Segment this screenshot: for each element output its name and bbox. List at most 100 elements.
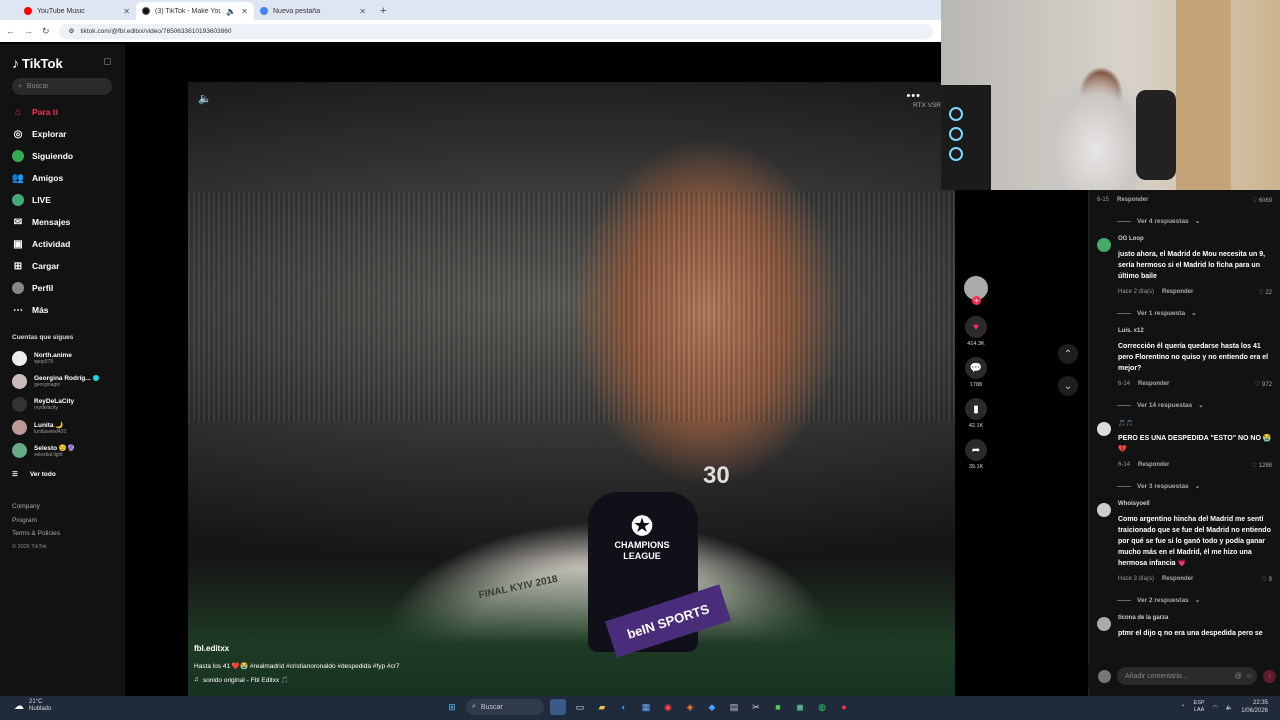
epic-games-icon[interactable]: ▤	[726, 699, 742, 715]
collapse-sidebar-icon[interactable]	[104, 58, 111, 65]
comment-user[interactable]: Whoisyoell	[1118, 501, 1272, 512]
nav-explorar[interactable]: ◎ Explorar	[12, 123, 125, 145]
new-tab-button[interactable]: +	[380, 2, 386, 20]
store-icon[interactable]: ▦	[638, 699, 654, 715]
avatar[interactable]	[1097, 617, 1111, 631]
view-replies[interactable]: Ver 1 respuesta ⌄	[1097, 302, 1280, 324]
nav-perfil[interactable]: Perfil	[12, 277, 125, 299]
comment-like[interactable]: ♡ 6069	[1252, 197, 1272, 204]
close-tab-icon[interactable]: ✕	[359, 7, 366, 16]
reply-button[interactable]: Responder	[1162, 289, 1193, 295]
close-tab-icon[interactable]: ✕	[123, 7, 130, 16]
nav-live[interactable]: LIVE	[12, 189, 125, 211]
chevron-up-icon[interactable]: ⌃	[1181, 704, 1186, 711]
more-options-icon[interactable]: •••	[906, 90, 921, 102]
taskbar-search[interactable]: ⌕ Buscar	[466, 699, 544, 715]
avatar[interactable]	[1097, 238, 1111, 252]
footer-link-program[interactable]: Program	[12, 514, 125, 528]
video-player[interactable]: 30 FINAL KYIV 2018 ✪ CHAMPIONS LEAGUE be…	[188, 82, 955, 700]
comment-input[interactable]: Añadir comentario... @ ☺	[1117, 667, 1257, 685]
reload-icon[interactable]: ↻	[42, 26, 50, 37]
nav-actividad[interactable]: ▣ Actividad	[12, 233, 125, 255]
search-input[interactable]: ⌕ Buscar	[12, 78, 112, 95]
nav-cargar[interactable]: ⊞ Cargar	[12, 255, 125, 277]
whatsapp-icon[interactable]: ◍	[814, 699, 830, 715]
volume-icon[interactable]: 🔈	[1226, 704, 1233, 711]
comment-like[interactable]: ♡ 972	[1255, 381, 1272, 388]
file-explorer-icon[interactable]: ▰	[594, 699, 610, 715]
previous-video-button[interactable]: ⌃	[1058, 344, 1078, 364]
tab-youtube-music[interactable]: YouTube Music ✕	[18, 2, 136, 20]
wifi-icon[interactable]: ◠	[1213, 704, 1218, 711]
mention-icon[interactable]: @	[1235, 673, 1242, 680]
footer-link-company[interactable]: Company	[12, 500, 125, 514]
comment-user[interactable]: 🎵🎵	[1118, 420, 1272, 431]
following-account[interactable]: Georgina Rodríg... georginagio	[12, 370, 125, 393]
tab-tiktok[interactable]: (3) TikTok - Make Your Day 🔈 ✕	[136, 2, 254, 20]
nav-siguiendo[interactable]: Siguiendo	[12, 145, 125, 167]
comment-like[interactable]: ♡ 22	[1258, 289, 1272, 296]
reply-button[interactable]: Responder	[1162, 576, 1193, 582]
following-account[interactable]: ReyDeLaCity reydelacity	[12, 393, 125, 416]
view-replies[interactable]: Ver 2 respuestas ⌄	[1097, 589, 1280, 611]
reply-button[interactable]: Responder	[1117, 197, 1148, 203]
url-field[interactable]: ⚙ tiktok.com/@fbl.editxx/video/765063361…	[58, 23, 933, 39]
brand-name: TikTok	[22, 55, 63, 71]
forward-icon[interactable]: →	[24, 26, 33, 36]
follow-plus-icon[interactable]: +	[972, 296, 981, 305]
weather-widget[interactable]: ☁ 21°C Nublado	[14, 699, 51, 713]
task-view-icon[interactable]: ▭	[572, 699, 588, 715]
emoji-icon[interactable]: ☺	[1246, 673, 1253, 680]
avatar[interactable]	[1097, 422, 1111, 436]
following-account[interactable]: Selesto 😊🔮 selestial.light	[12, 439, 125, 462]
comment-like[interactable]: ♡ 9	[1262, 576, 1272, 583]
comment-action[interactable]: 💬 1788	[965, 357, 987, 388]
clock[interactable]: 22:35 1/06/2026	[1241, 699, 1268, 715]
like-action[interactable]: ♥ 414.3K	[965, 316, 987, 347]
comment-user[interactable]: Luis. x12	[1118, 328, 1272, 339]
reply-button[interactable]: Responder	[1138, 462, 1169, 468]
comment-user[interactable]: OG Loop	[1118, 236, 1272, 247]
share-action[interactable]: ➦ 39.1K	[965, 439, 987, 470]
close-tab-icon[interactable]: ✕	[241, 7, 248, 16]
following-account[interactable]: North.anime spop579	[12, 347, 125, 370]
app-icon[interactable]: ◆	[704, 699, 720, 715]
language-indicator[interactable]: ESP LAA	[1194, 700, 1205, 714]
widget-icon[interactable]	[550, 699, 566, 715]
see-all-button[interactable]: ☰ Ver todo	[12, 464, 125, 484]
back-icon[interactable]: ←	[6, 26, 15, 36]
volume-icon[interactable]: 🔈	[198, 92, 212, 105]
capcut-icon[interactable]: ✂	[748, 699, 764, 715]
next-video-button[interactable]: ⌄	[1058, 376, 1078, 396]
view-replies[interactable]: Ver 4 respuestas ⌄	[1097, 210, 1280, 232]
edge-icon[interactable]: ◐	[616, 699, 632, 715]
site-info-icon[interactable]: ⚙	[69, 27, 75, 35]
save-action[interactable]: ▮ 42.1K	[965, 398, 987, 429]
mute-tab-icon[interactable]: 🔈	[226, 7, 236, 16]
chrome-icon[interactable]: ◉	[660, 699, 676, 715]
video-author[interactable]: fbl.editxx	[194, 644, 594, 656]
minecraft-icon[interactable]: ■	[770, 699, 786, 715]
view-replies[interactable]: Ver 14 respuestas ⌄	[1097, 394, 1280, 416]
avatar[interactable]	[1097, 330, 1111, 344]
view-replies[interactable]: Ver 3 respuestas ⌄	[1097, 475, 1280, 497]
creator-avatar[interactable]: +	[964, 276, 988, 305]
reply-button[interactable]: Responder	[1138, 381, 1169, 387]
app-icon[interactable]: ●	[836, 699, 852, 715]
nav-mas[interactable]: ⋯ Más	[12, 299, 125, 321]
tab-new[interactable]: Nueva pestaña ✕	[254, 2, 372, 20]
footer-link-terms[interactable]: Terms & Policies	[12, 527, 125, 541]
avatar[interactable]	[1097, 503, 1111, 517]
action-bar: + ♥ 414.3K 💬 1788 ▮ 42.1K ➦ 39.1K	[961, 276, 991, 470]
comment-like[interactable]: ♡ 1288	[1252, 462, 1272, 469]
app-icon[interactable]: ◈	[682, 699, 698, 715]
nav-amigos[interactable]: 👥 Amigos	[12, 167, 125, 189]
nav-para-ti[interactable]: ⌂ Para ti	[12, 101, 125, 123]
send-comment-button[interactable]: ↑	[1263, 669, 1276, 683]
comment-user[interactable]: ticona de la garza	[1118, 615, 1272, 626]
nav-mensajes[interactable]: ✉ Mensajes	[12, 211, 125, 233]
video-music[interactable]: sonido original - Fbl Editxx 🎵	[203, 676, 289, 684]
following-account[interactable]: Lunita 🌙 lunitaweed420	[12, 416, 125, 439]
app-icon[interactable]: ◼	[792, 699, 808, 715]
windows-start-icon[interactable]: ⊞	[444, 699, 460, 715]
